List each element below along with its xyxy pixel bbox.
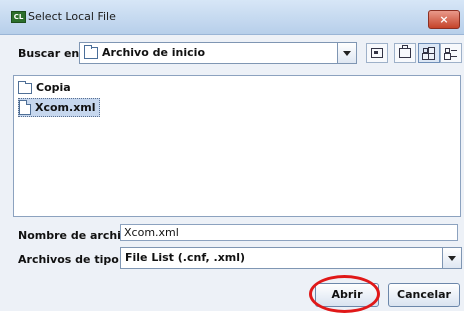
list-item-xcom-xml[interactable]: Xcom.xml	[18, 98, 100, 117]
app-icon: CL	[11, 11, 26, 23]
home-folder-button[interactable]	[366, 43, 388, 63]
filetype-label: Archivos de tipo:	[18, 253, 124, 266]
list-view-icon	[423, 48, 433, 56]
open-button[interactable]: Abrir	[315, 283, 379, 307]
filename-input[interactable]: Xcom.xml	[120, 224, 458, 241]
lookin-dropdown[interactable]: Archivo de inicio	[79, 42, 357, 64]
home-icon	[371, 48, 383, 58]
lookin-value: Archivo de inicio	[102, 46, 206, 59]
new-folder-button[interactable]	[394, 43, 416, 63]
close-button[interactable]: ×	[428, 10, 460, 29]
details-view-icon	[445, 48, 457, 56]
list-item-copia[interactable]: Copia	[18, 79, 74, 96]
folder-icon	[18, 81, 32, 94]
close-icon: ×	[439, 13, 449, 26]
new-folder-icon	[399, 45, 411, 58]
lookin-label: Buscar en:	[18, 47, 84, 60]
filetype-dropdown[interactable]: File List (.cnf, .xml)	[120, 247, 462, 269]
select-local-file-dialog: CL Select Local File × Buscar en: Archiv…	[0, 0, 464, 313]
folder-icon	[84, 45, 98, 59]
filetype-value: File List (.cnf, .xml)	[125, 251, 246, 264]
cancel-button[interactable]: Cancelar	[388, 283, 460, 307]
chevron-down-icon[interactable]	[337, 43, 356, 63]
dialog-title: Select Local File	[28, 10, 116, 23]
file-name-label: Xcom.xml	[35, 101, 96, 114]
details-view-button[interactable]	[440, 43, 462, 63]
chevron-down-icon[interactable]	[442, 248, 461, 268]
file-list[interactable]: Copia Xcom.xml	[13, 75, 461, 217]
title-bar[interactable]: CL Select Local File ×	[0, 0, 464, 35]
file-icon	[19, 100, 31, 115]
list-view-button[interactable]	[418, 43, 440, 63]
file-name-label: Copia	[36, 81, 71, 94]
